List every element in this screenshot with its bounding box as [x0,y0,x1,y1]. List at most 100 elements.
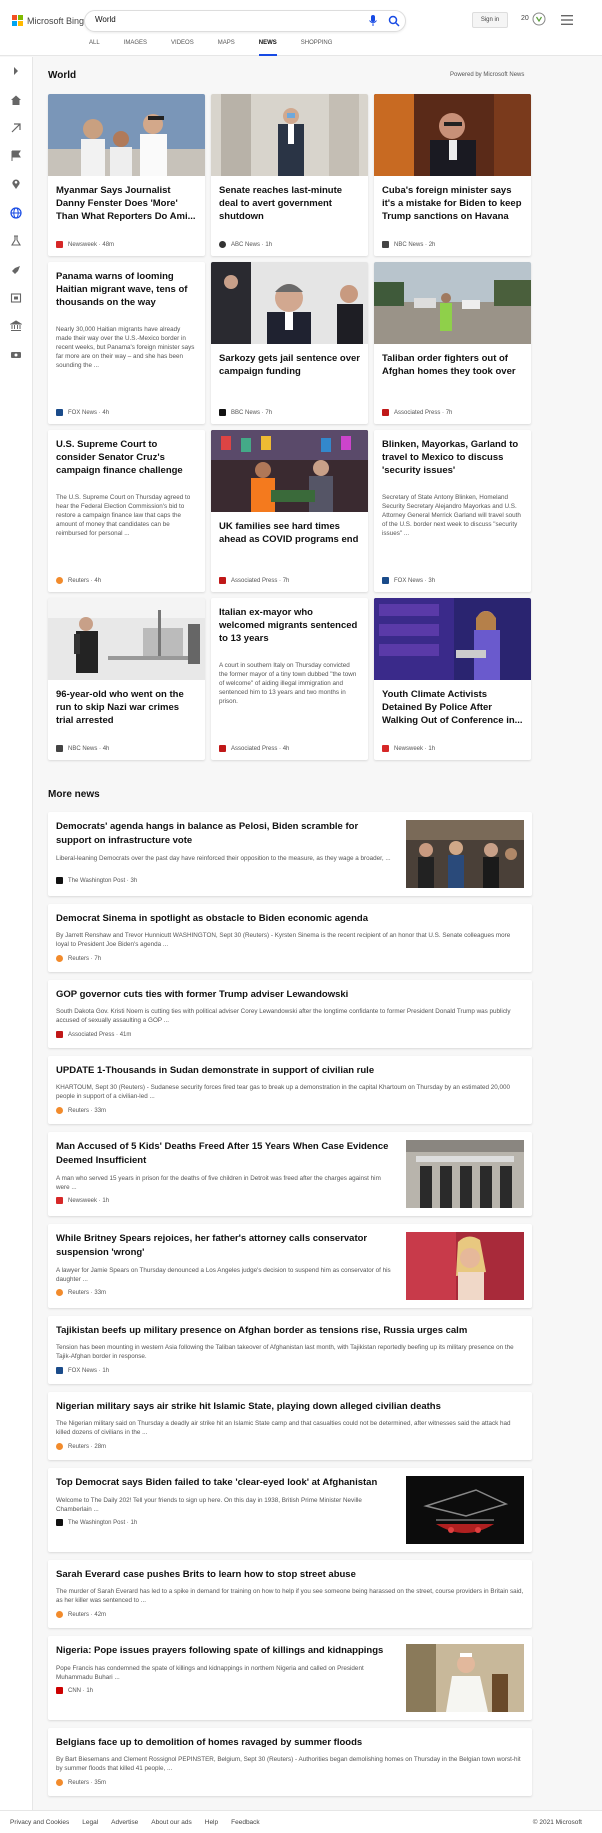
news-item-title[interactable]: Democrat Sinema in spotlight as obstacle… [56,912,524,926]
news-item-title[interactable]: Democrats' agenda hangs in balance as Pe… [56,820,396,848]
nbc-news-logo-icon [382,241,389,248]
news-card-title[interactable]: 96-year-old who went on the run to skip … [56,688,197,727]
news-item-source: CNN · 1h [56,1687,93,1694]
trending-icon[interactable] [10,122,22,134]
news-list-item[interactable]: Sarah Everard case pushes Brits to learn… [48,1560,532,1628]
tab-news[interactable]: NEWS [258,40,277,56]
news-card[interactable]: Panama warns of looming Haitian migrant … [48,262,205,424]
footer-link-about-ads[interactable]: About our ads [151,1819,191,1826]
rewards-points[interactable]: 20 [521,15,529,22]
news-card-title[interactable]: Taliban order fighters out of Afghan hom… [382,352,523,378]
reuters-logo-icon [56,955,63,962]
news-card-title[interactable]: Senate reaches last-minute deal to avert… [219,184,360,223]
news-card-source: BBC News · 7h [219,409,272,416]
news-card-title[interactable]: Cuba's foreign minister says it's a mist… [382,184,523,223]
news-card[interactable]: Sarkozy gets jail sentence over campaign… [211,262,368,424]
search-input[interactable]: World [95,15,116,24]
news-card-source: Newsweek · 1h [382,745,435,752]
ap-logo-icon [219,577,226,584]
news-item-summary: KHARTOUM, Sept 30 (Reuters) - Sudanese s… [56,1084,510,1100]
news-list-item[interactable]: Nigerian military says air strike hit Is… [48,1392,532,1460]
home-icon[interactable] [10,94,22,106]
location-pin-icon[interactable] [10,178,22,190]
politics-building-icon[interactable] [10,320,22,332]
news-list-item[interactable]: GOP governor cuts ties with former Trump… [48,980,532,1048]
news-card-title[interactable]: Sarkozy gets jail sentence over campaign… [219,352,360,378]
news-card-title[interactable]: Myanmar Says Journalist Danny Fenster Do… [56,184,197,223]
footer-link-feedback[interactable]: Feedback [231,1819,260,1826]
news-card[interactable]: UK families see hard times ahead as COVI… [211,430,368,592]
news-list-item[interactable]: Belgians face up to demolition of homes … [48,1728,532,1796]
tab-shopping[interactable]: SHOPPING [301,40,333,56]
news-card[interactable]: Blinken, Mayorkas, Garland to travel to … [374,430,531,592]
news-card-title[interactable]: Youth Climate Activists Detained By Poli… [382,688,523,727]
microphone-icon[interactable] [368,15,378,27]
tab-images[interactable]: IMAGES [124,40,147,56]
news-item-title[interactable]: Sarah Everard case pushes Brits to learn… [56,1568,524,1582]
search-icon[interactable] [388,15,400,27]
news-item-title[interactable]: UPDATE 1-Thousands in Sudan demonstrate … [56,1064,524,1078]
news-item-title[interactable]: Nigeria: Pope issues prayers following s… [56,1644,396,1658]
news-list-item[interactable]: UPDATE 1-Thousands in Sudan demonstrate … [48,1056,532,1124]
news-item-source: Reuters · 7h [56,955,101,962]
footer-link-privacy[interactable]: Privacy and Cookies [10,1819,69,1826]
footer-link-legal[interactable]: Legal [82,1819,98,1826]
microsoft-logo-icon [12,15,23,26]
news-card-source: Newsweek · 48m [56,241,114,248]
news-card-source: FOX News · 3h [382,577,435,584]
news-list-item[interactable]: While Britney Spears rejoices, her fathe… [48,1224,532,1308]
cnn-logo-icon [56,1687,63,1694]
hamburger-menu-icon[interactable] [561,15,573,25]
section-title: World [48,70,77,81]
footer-link-help[interactable]: Help [205,1819,218,1826]
fox-news-logo-icon [56,1367,63,1374]
reuters-logo-icon [56,1779,63,1786]
news-card[interactable]: Senate reaches last-minute deal to avert… [211,94,368,256]
news-item-title[interactable]: While Britney Spears rejoices, her fathe… [56,1232,396,1260]
news-item-title[interactable]: GOP governor cuts ties with former Trump… [56,988,524,1002]
bing-logo[interactable]: Microsoft Bing [12,15,84,26]
tab-all[interactable]: ALL [89,40,100,56]
globe-icon[interactable] [10,207,22,219]
technology-rocket-icon[interactable] [10,264,22,276]
news-card[interactable]: Taliban order fighters out of Afghan hom… [374,262,531,424]
rewards-icon[interactable] [532,12,546,26]
news-item-source: Newsweek · 1h [56,1197,109,1204]
logo-text: Microsoft Bing [27,15,85,26]
money-icon[interactable] [10,349,22,361]
news-category-sidebar [0,57,33,1810]
search-box[interactable]: World [84,10,406,32]
expand-chevron-icon[interactable] [10,65,22,77]
tab-maps[interactable]: MAPS [218,40,235,56]
entertainment-icon[interactable] [10,292,22,304]
news-card[interactable]: Italian ex-mayor who welcomed migrants s… [211,598,368,760]
news-card[interactable]: Cuba's foreign minister says it's a mist… [374,94,531,256]
science-icon[interactable] [10,235,22,247]
news-card-title[interactable]: Panama warns of looming Haitian migrant … [56,270,197,309]
news-item-title[interactable]: Top Democrat says Biden failed to take '… [56,1476,396,1490]
news-card[interactable]: U.S. Supreme Court to consider Senator C… [48,430,205,592]
news-item-title[interactable]: Nigerian military says air strike hit Is… [56,1400,524,1414]
sign-in-button[interactable]: Sign in [472,12,508,28]
news-item-title[interactable]: Belgians face up to demolition of homes … [56,1736,524,1750]
news-list-item[interactable]: Top Democrat says Biden failed to take '… [48,1468,532,1552]
news-card-title[interactable]: UK families see hard times ahead as COVI… [219,520,360,546]
news-item-title[interactable]: Tajikistan beefs up military presence on… [56,1324,524,1338]
tab-videos[interactable]: VIDEOS [171,40,194,56]
news-card-title[interactable]: U.S. Supreme Court to consider Senator C… [56,438,197,477]
news-card-title[interactable]: Italian ex-mayor who welcomed migrants s… [219,606,360,645]
us-flag-icon[interactable] [10,150,22,162]
news-list-item[interactable]: Nigeria: Pope issues prayers following s… [48,1636,532,1720]
news-card[interactable]: Myanmar Says Journalist Danny Fenster Do… [48,94,205,256]
news-item-title[interactable]: Man Accused of 5 Kids' Deaths Freed Afte… [56,1140,396,1168]
footer-link-advertise[interactable]: Advertise [111,1819,138,1826]
news-list-item[interactable]: Democrat Sinema in spotlight as obstacle… [48,904,532,972]
news-list-item[interactable]: Tajikistan beefs up military presence on… [48,1316,532,1384]
news-card[interactable]: 96-year-old who went on the run to skip … [48,598,205,760]
abc-news-logo-icon [219,241,226,248]
news-card-image [48,598,205,680]
news-list-item[interactable]: Democrats' agenda hangs in balance as Pe… [48,812,532,896]
news-list-item[interactable]: Man Accused of 5 Kids' Deaths Freed Afte… [48,1132,532,1216]
news-card-title[interactable]: Blinken, Mayorkas, Garland to travel to … [382,438,523,477]
news-card[interactable]: Youth Climate Activists Detained By Poli… [374,598,531,760]
